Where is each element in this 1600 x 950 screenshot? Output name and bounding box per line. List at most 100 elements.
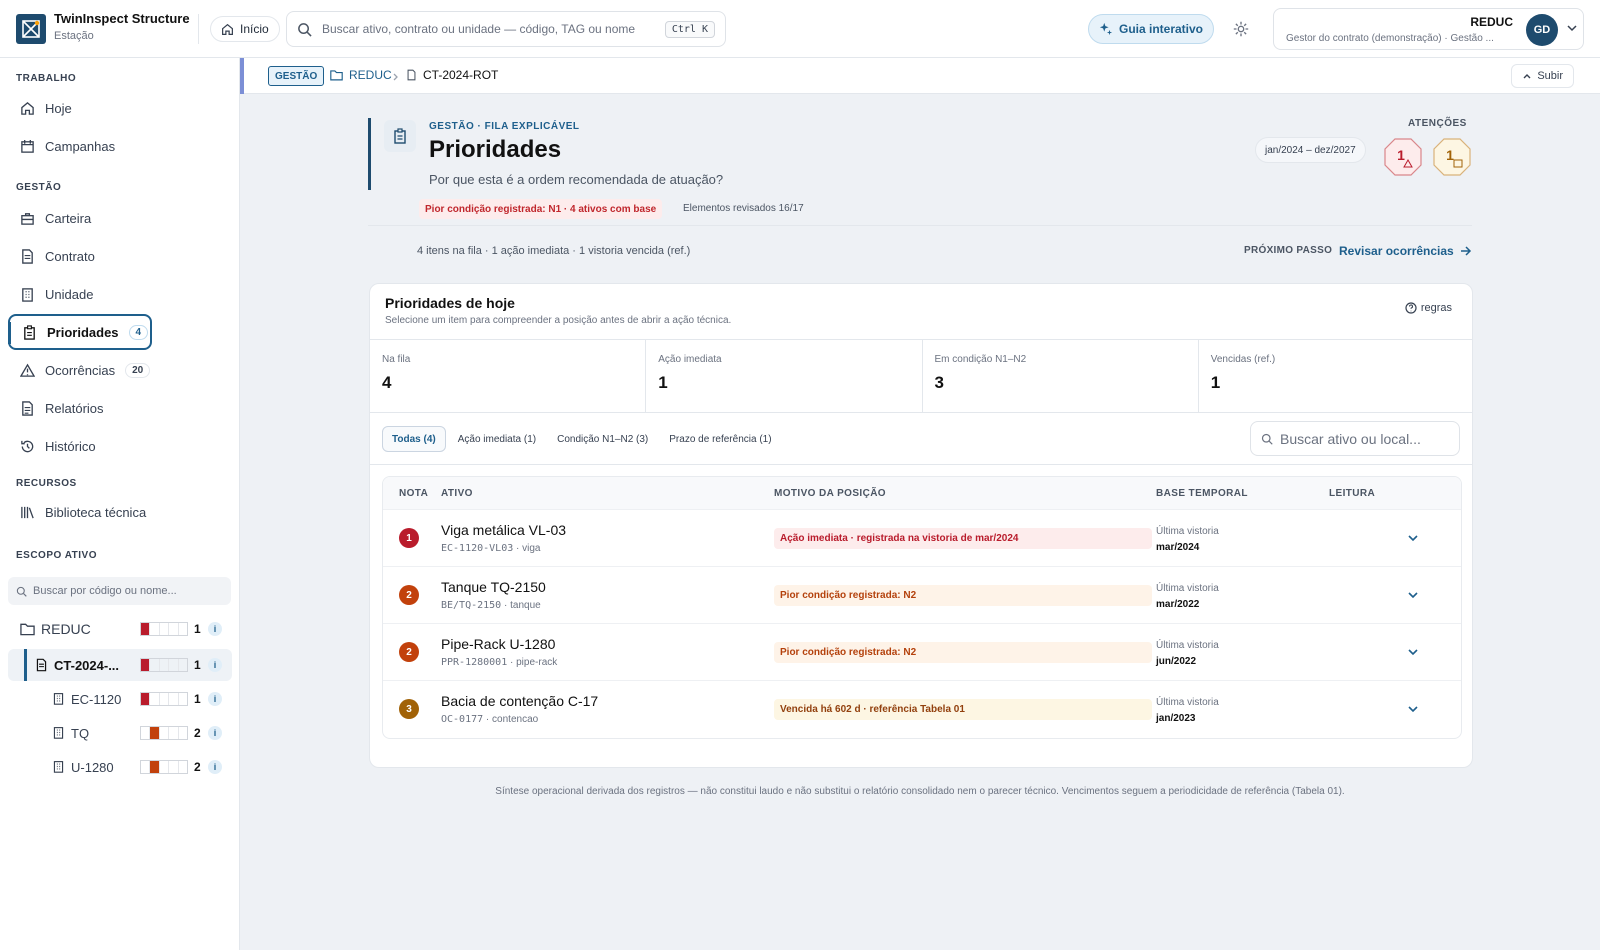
sidebar-item-relatorios[interactable]: Relatórios — [8, 390, 152, 426]
home-button[interactable]: Início — [210, 16, 280, 42]
sidebar-item-hoje[interactable]: Hoje — [8, 90, 152, 126]
attention-overdue[interactable]: 1 — [1433, 138, 1471, 176]
sidebar-item-campanhas[interactable]: Campanhas — [8, 128, 152, 164]
condition-bar — [140, 622, 188, 636]
user-role: Gestor do contrato (demonstração) · Gest… — [1286, 33, 1494, 44]
stat-value: 1 — [1210, 373, 1221, 392]
sidebar-item-ocorrencias[interactable]: Ocorrências 20 — [8, 352, 152, 388]
tree-item-count: 2 — [194, 726, 201, 740]
folder-icon — [330, 70, 343, 81]
sidebar-item-unidade[interactable]: Unidade — [8, 276, 152, 312]
condition-bar — [140, 658, 188, 672]
home-label: Início — [240, 22, 269, 36]
filter-all[interactable]: Todas (4) — [382, 426, 446, 452]
chevron-right-icon — [393, 73, 398, 81]
sidebar-item-historico[interactable]: Histórico — [8, 428, 152, 464]
card-subtitle: Selecione um item para compreender a pos… — [385, 315, 732, 326]
filter-deadline[interactable]: Prazo de referência (1) — [660, 426, 780, 452]
settings-button[interactable] — [1232, 20, 1250, 43]
grade-badge: 3 — [399, 699, 419, 719]
info-icon[interactable]: i — [208, 726, 222, 740]
sidebar-item-biblioteca[interactable]: Biblioteca técnica — [8, 494, 208, 530]
table-row[interactable]: 2 Pipe-Rack U-1280 PPR-1280001 · pipe-rack… — [383, 624, 1461, 681]
sidebar-item-prioridades[interactable]: Prioridades 4 — [8, 314, 152, 350]
time-label: Última vistoria — [1156, 640, 1219, 651]
building-icon — [22, 287, 33, 302]
table-row[interactable]: 1 Viga metálica VL-03 EC-1120-VL03 · viga A… — [383, 510, 1461, 567]
breadcrumb-org[interactable]: REDUC — [330, 68, 392, 82]
avatar[interactable]: GD — [1526, 14, 1558, 46]
filter-condition[interactable]: Condição N1–N2 (3) — [548, 426, 657, 452]
asset-type: tanque — [510, 600, 541, 611]
arrow-right-icon — [1460, 246, 1471, 256]
app-logo[interactable] — [16, 14, 46, 44]
asset-name[interactable]: Tanque TQ-2150 — [441, 579, 546, 595]
asset-code-value: BE/TQ-2150 — [441, 600, 502, 611]
calendar-icon — [21, 139, 34, 153]
section-scope: ESCOPO ATIVO — [16, 550, 98, 561]
asset-name[interactable]: Bacia de contenção C-17 — [441, 693, 598, 709]
history-icon — [21, 440, 34, 452]
search-shortcut: Ctrl K — [664, 20, 715, 38]
table-row[interactable]: 2 Tanque TQ-2150 BE/TQ-2150 · tanque Pior c… — [383, 567, 1461, 624]
chevron-down-icon[interactable] — [1407, 532, 1419, 544]
condition-bar — [140, 760, 188, 774]
search-input[interactable]: Buscar ativo, contrato ou unidade — códi… — [322, 22, 655, 36]
info-icon[interactable]: i — [208, 760, 222, 774]
breadcrumb-tag[interactable]: GESTÃO — [268, 66, 325, 86]
asset-code: OC-0177 · contencao — [441, 714, 539, 725]
guide-button[interactable]: Guia interativo — [1088, 14, 1214, 44]
chevron-down-icon[interactable] — [1566, 22, 1578, 34]
asset-type: viga — [522, 543, 541, 554]
rules-label: regras — [1420, 302, 1452, 314]
table-row[interactable]: 3 Bacia de contenção C-17 OC-0177 · conten… — [383, 681, 1461, 738]
breadcrumb-contract[interactable]: CT-2024-ROT — [406, 68, 498, 82]
tree-item-tq[interactable]: TQ 2 i — [8, 717, 232, 749]
count-badge: 20 — [125, 362, 151, 378]
info-icon[interactable]: i — [208, 692, 222, 706]
sidebar-item-carteira[interactable]: Carteira — [8, 200, 152, 236]
column-header: BASE TEMPORAL — [1156, 488, 1248, 499]
search-icon — [1261, 433, 1273, 445]
asset-name[interactable]: Viga metálica VL-03 — [441, 522, 566, 538]
asset-name[interactable]: Pipe-Rack U-1280 — [441, 636, 555, 652]
next-step-link[interactable]: Revisar ocorrências — [1339, 244, 1472, 258]
tree-item-u-1280[interactable]: U-1280 2 i — [8, 751, 232, 783]
sidebar: TRABALHO Hoje Campanhas GESTÃO Carteira … — [0, 58, 240, 950]
reviewed-elements: Elementos revisados 16/17 — [683, 203, 804, 214]
tree-item-label: EC-1120 — [71, 691, 122, 707]
sidebar-item-label: Hoje — [45, 100, 72, 116]
tree-item-ec-1120[interactable]: EC-1120 1 i — [8, 683, 232, 715]
info-icon[interactable]: i — [208, 622, 222, 636]
info-icon[interactable]: i — [208, 658, 222, 672]
rules-button[interactable]: regras — [1405, 302, 1452, 314]
column-header: ATIVO — [441, 488, 473, 499]
tree-item-ct-2024[interactable]: CT-2024-... 1 i — [8, 649, 232, 681]
sparkle-icon — [1099, 22, 1113, 36]
up-button[interactable]: Subir — [1511, 64, 1574, 88]
chevron-down-icon[interactable] — [1407, 703, 1419, 715]
table-body: 1 Viga metálica VL-03 EC-1120-VL03 · viga A… — [383, 510, 1461, 738]
filter-immediate[interactable]: Ação imediata (1) — [449, 426, 545, 452]
building-icon — [53, 727, 64, 739]
building-icon — [53, 761, 64, 773]
filter-tabs: Todas (4) Ação imediata (1) Condição N1–… — [382, 426, 784, 452]
global-search[interactable]: Buscar ativo, contrato ou unidade — códi… — [286, 11, 726, 47]
scope-search-input[interactable]: Buscar por código ou nome... — [8, 577, 231, 605]
asset-code: PPR-1280001 · pipe-rack — [441, 657, 558, 668]
period-chip[interactable]: jan/2024 – dez/2027 — [1255, 137, 1366, 163]
sidebar-item-contrato[interactable]: Contrato — [8, 238, 152, 274]
tree-item-label: TQ — [71, 725, 90, 741]
table-search-input[interactable]: Buscar ativo ou local... — [1250, 421, 1460, 456]
page-subtitle: Por que esta é a ordem recomendada de at… — [429, 172, 724, 187]
chevron-down-icon[interactable] — [1407, 646, 1419, 658]
gear-icon — [1233, 21, 1249, 37]
stat-label: Ação imediata — [658, 354, 722, 365]
attention-critical[interactable]: 1 — [1384, 138, 1422, 176]
brand: TwinInspect Structure Estação — [54, 11, 190, 42]
reason-badge: Ação imediata · registrada na vistoria d… — [774, 528, 1152, 549]
header-icon-box — [384, 120, 416, 152]
tree-item-reduc[interactable]: REDUC 1 i — [8, 613, 232, 645]
chevron-down-icon[interactable] — [1407, 589, 1419, 601]
user-menu[interactable]: REDUC Gestor do contrato (demonstração) … — [1273, 8, 1584, 50]
